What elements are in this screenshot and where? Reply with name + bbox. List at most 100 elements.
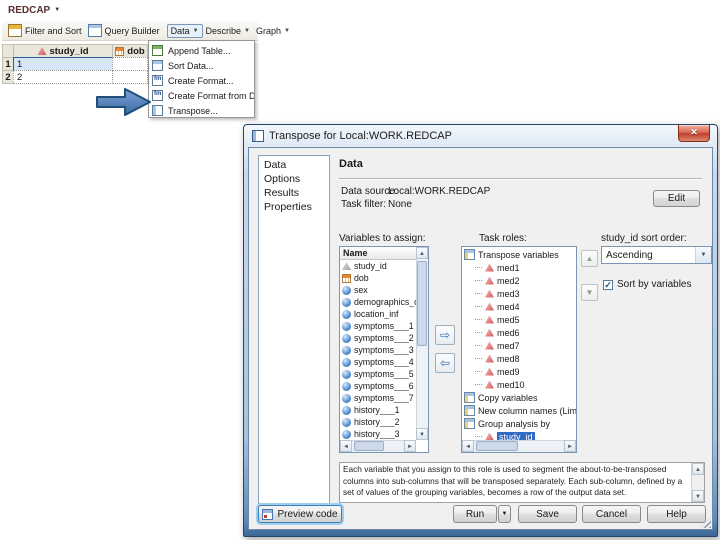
menu-item-create-format[interactable]: Create Format... xyxy=(149,73,254,88)
variable-item[interactable]: symptoms___6 xyxy=(340,380,416,392)
tree-connector xyxy=(475,345,482,346)
nav-item-results[interactable]: Results xyxy=(259,186,329,200)
tree-item-med[interactable]: med10 xyxy=(462,378,576,391)
variable-item[interactable]: history___2 xyxy=(340,416,416,428)
grid-cell-empty[interactable] xyxy=(112,57,148,71)
character-variable-icon xyxy=(485,328,494,337)
variable-item[interactable]: symptoms___3 xyxy=(340,344,416,356)
variable-item[interactable]: history___3 xyxy=(340,428,416,440)
date-variable-icon xyxy=(342,273,351,283)
horizontal-scrollbar[interactable]: ◄ ► xyxy=(462,440,576,452)
tree-item-med[interactable]: med2 xyxy=(462,274,576,287)
tree-item-study-id-selected[interactable]: study_id xyxy=(462,430,576,440)
menu-item-create-format-from-data[interactable]: Create Format from Da xyxy=(149,88,254,103)
menu-item-transpose[interactable]: Transpose... xyxy=(149,103,254,118)
move-right-button[interactable]: ⇨ xyxy=(435,325,455,345)
tree-connector xyxy=(475,267,482,268)
scroll-up-icon[interactable]: ▲ xyxy=(416,247,428,259)
menu-item-sort-data[interactable]: Sort Data... xyxy=(149,58,254,73)
grid-cell[interactable]: 2 xyxy=(13,70,113,84)
tree-connector xyxy=(475,358,482,359)
horizontal-scrollbar[interactable]: ◄ ► xyxy=(340,440,416,452)
append-table-icon xyxy=(152,45,163,56)
tree-role-copy-variables[interactable]: Copy variables xyxy=(462,391,576,404)
column-header-study-id[interactable]: study_id xyxy=(13,44,113,58)
save-button[interactable]: Save xyxy=(518,505,577,523)
move-left-button[interactable]: ⇦ xyxy=(435,353,455,373)
nav-item-properties[interactable]: Properties xyxy=(259,200,329,214)
column-header-dob[interactable]: dob xyxy=(112,44,148,58)
chevron-down-icon: ▼ xyxy=(284,27,290,34)
variable-item[interactable]: symptoms___7 xyxy=(340,392,416,404)
variable-item[interactable]: demographics_comple xyxy=(340,296,416,308)
tree-item-med[interactable]: med5 xyxy=(462,313,576,326)
tree-role-new-column-names[interactable]: New column names (Limit... xyxy=(462,404,576,417)
tree-role-group-analysis-by[interactable]: Group analysis by xyxy=(462,417,576,430)
cancel-button[interactable]: Cancel xyxy=(582,505,641,523)
tree-role-transpose-variables[interactable]: Transpose variables xyxy=(462,248,576,261)
variable-item[interactable]: symptoms___1 xyxy=(340,320,416,332)
scroll-right-icon[interactable]: ► xyxy=(404,440,416,452)
arrow-up-icon: ▲ xyxy=(585,254,594,263)
variable-item[interactable]: dob xyxy=(340,272,416,284)
variable-item[interactable]: location_inf xyxy=(340,308,416,320)
vertical-scrollbar[interactable]: ▲ ▼ xyxy=(416,247,428,440)
tree-item-med[interactable]: med8 xyxy=(462,352,576,365)
checkbox-checked-icon[interactable]: ✓ xyxy=(603,279,613,290)
dialog-nav-list: Data Options Results Properties xyxy=(258,155,330,504)
scrollbar-thumb[interactable] xyxy=(417,261,427,346)
dialog-title-bar[interactable]: Transpose for Local:WORK.REDCAP xyxy=(248,125,713,147)
tree-item-med[interactable]: med9 xyxy=(462,365,576,378)
variable-item[interactable]: symptoms___2 xyxy=(340,332,416,344)
editor-toolbar: Filter and Sort Query Builder Data ▼ Des… xyxy=(2,21,290,41)
numeric-variable-icon xyxy=(342,345,351,355)
scrollbar-thumb[interactable] xyxy=(476,441,518,451)
scrollbar-thumb[interactable] xyxy=(354,441,384,451)
grid-cell-selected[interactable]: 1 xyxy=(13,57,113,71)
code-window-icon xyxy=(262,508,274,520)
tree-item-med[interactable]: med7 xyxy=(462,339,576,352)
numeric-variable-icon xyxy=(342,393,351,403)
nav-item-data[interactable]: Data xyxy=(259,158,329,172)
edit-button[interactable]: Edit xyxy=(653,190,700,207)
data-menu-button[interactable]: Data ▼ xyxy=(166,23,203,38)
sort-order-dropdown[interactable]: Ascending ▼ xyxy=(601,246,712,264)
sort-by-variables-option[interactable]: ✓ Sort by variables xyxy=(603,279,691,290)
chevron-down-icon: ▼ xyxy=(501,511,508,517)
graph-menu-button[interactable]: Graph ▼ xyxy=(253,25,293,37)
tree-item-med[interactable]: med1 xyxy=(462,261,576,274)
menu-item-append-table[interactable]: Append Table... xyxy=(149,43,254,58)
variable-item[interactable]: symptoms___4 xyxy=(340,356,416,368)
scroll-up-icon[interactable]: ▲ xyxy=(692,463,704,475)
filter-and-sort-button[interactable]: Filter and Sort xyxy=(5,23,85,38)
character-variable-icon xyxy=(485,432,494,440)
tree-item-med[interactable]: med4 xyxy=(462,300,576,313)
grid-cell-empty[interactable] xyxy=(112,70,148,84)
scroll-down-icon[interactable]: ▼ xyxy=(692,490,704,502)
tree-item-med[interactable]: med6 xyxy=(462,326,576,339)
run-options-button[interactable]: ▼ xyxy=(498,505,511,523)
variable-item[interactable]: history___1 xyxy=(340,404,416,416)
run-button[interactable]: Run xyxy=(453,505,497,523)
variable-item[interactable]: symptoms___5 xyxy=(340,368,416,380)
nav-item-options[interactable]: Options xyxy=(259,172,329,186)
move-up-button[interactable]: ▲ xyxy=(581,250,598,267)
close-button[interactable]: ✕ xyxy=(678,125,710,142)
description-scrollbar[interactable]: ▲ ▼ xyxy=(691,463,704,502)
scroll-right-icon[interactable]: ► xyxy=(564,440,576,452)
preview-code-button[interactable]: Preview code xyxy=(258,505,342,523)
scroll-down-icon[interactable]: ▼ xyxy=(416,428,428,440)
help-button[interactable]: Help xyxy=(647,505,706,523)
transpose-icon xyxy=(152,105,163,116)
name-column-header[interactable]: Name xyxy=(340,247,416,260)
dataset-tab[interactable]: REDCAP ▼ xyxy=(8,3,60,17)
variable-item[interactable]: study_id xyxy=(340,260,416,272)
scroll-left-icon[interactable]: ◄ xyxy=(340,440,352,452)
tree-item-med[interactable]: med3 xyxy=(462,287,576,300)
scroll-left-icon[interactable]: ◄ xyxy=(462,440,474,452)
move-down-button[interactable]: ▼ xyxy=(581,284,598,301)
dialog-content: Data Options Results Properties Data Dat… xyxy=(248,147,713,530)
query-builder-button[interactable]: Query Builder xyxy=(85,23,163,38)
describe-menu-button[interactable]: Describe ▼ xyxy=(203,25,253,37)
variable-item[interactable]: sex xyxy=(340,284,416,296)
